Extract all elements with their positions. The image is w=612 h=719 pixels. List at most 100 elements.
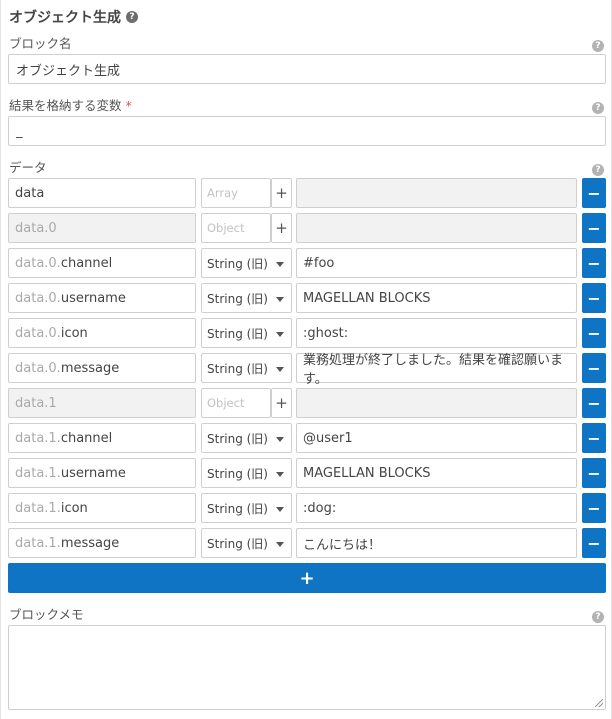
row-type-field: Array (201, 178, 271, 208)
remove-row-button[interactable]: − (582, 353, 606, 383)
row-type-value: String (旧) (207, 501, 268, 516)
row-type-value: String (旧) (207, 361, 268, 376)
row-value-field[interactable]: こんにちは！ (296, 528, 577, 558)
data-row: data.1. channel String (旧) @user1− (8, 423, 606, 458)
row-key-name: data.1 (15, 395, 57, 411)
row-key-field[interactable]: data.0. message (8, 353, 196, 383)
data-row: data.0. message String (旧) 業務処理が終了しました。結果を確… (8, 353, 606, 388)
data-row: data Array + − (8, 178, 606, 213)
row-key-name: message (60, 535, 120, 551)
block-name-help-icon[interactable]: ? (592, 40, 604, 52)
row-type-select[interactable]: String (旧) (201, 353, 292, 383)
row-type-select[interactable]: String (旧) (201, 318, 292, 348)
remove-row-button[interactable]: − (582, 318, 606, 348)
row-key-field[interactable]: data.1. icon (8, 493, 196, 523)
row-key-name: channel (60, 255, 113, 271)
row-type-select[interactable]: String (旧) (201, 283, 292, 313)
row-type-field: Object (201, 388, 271, 418)
row-key-field[interactable]: data.1 (8, 388, 196, 418)
row-key-field[interactable]: data.0. username (8, 283, 196, 313)
remove-row-button[interactable]: − (582, 213, 606, 243)
data-label: データ (9, 160, 47, 175)
row-key-prefix: data.1. (15, 465, 61, 481)
result-var-label-row: 結果を格納する変数 * ? (8, 96, 605, 116)
block-name-input[interactable] (8, 54, 606, 84)
remove-row-button[interactable]: − (582, 248, 606, 278)
row-key-field[interactable]: data.1. username (8, 458, 196, 488)
row-key-name: channel (60, 430, 113, 446)
row-value-field[interactable]: #foo (296, 248, 577, 278)
memo-label-row: ブロックメモ ? (8, 605, 605, 625)
chevron-down-icon (276, 472, 284, 477)
chevron-down-icon (276, 542, 284, 547)
memo-textarea[interactable] (8, 625, 606, 710)
row-type-select[interactable]: String (旧) (201, 248, 292, 278)
remove-row-button[interactable]: − (582, 458, 606, 488)
remove-row-button[interactable]: − (582, 423, 606, 453)
add-row-button[interactable]: + (8, 563, 606, 593)
row-key-name: icon (60, 500, 88, 516)
row-value-field[interactable]: MAGELLAN BLOCKS (296, 283, 577, 313)
chevron-down-icon (276, 332, 284, 337)
title-help-icon[interactable]: ? (126, 11, 138, 23)
data-label-row: データ ? (8, 158, 605, 178)
chevron-down-icon (276, 437, 284, 442)
chevron-down-icon (276, 262, 284, 267)
row-key-name: message (60, 360, 120, 376)
row-value-field (296, 178, 577, 208)
row-key-name: icon (60, 325, 88, 341)
row-key-prefix: data.0. (15, 325, 61, 341)
remove-row-button[interactable]: − (582, 493, 606, 523)
memo-label: ブロックメモ (9, 607, 84, 622)
row-value-field[interactable]: :dog: (296, 493, 577, 523)
row-value-field[interactable]: @user1 (296, 423, 577, 453)
row-key-name: data.0 (15, 220, 57, 236)
data-row: data.1. message String (旧) こんにちは！ − (8, 528, 606, 563)
chevron-down-icon (276, 507, 284, 512)
remove-row-button[interactable]: − (582, 178, 606, 208)
row-type-select[interactable]: String (旧) (201, 528, 292, 558)
row-key-field[interactable]: data.0 (8, 213, 196, 243)
row-key-field[interactable]: data.1. message (8, 528, 196, 558)
row-value-field[interactable]: MAGELLAN BLOCKS (296, 458, 577, 488)
row-type-value: String (旧) (207, 431, 268, 446)
resize-grip-icon[interactable] (595, 699, 603, 707)
result-var-help-icon[interactable]: ? (592, 102, 604, 114)
row-key-prefix: data.1. (15, 430, 61, 446)
result-var-input[interactable] (8, 116, 606, 146)
row-value-field[interactable]: :ghost: (296, 318, 577, 348)
row-key-field[interactable]: data.0. channel (8, 248, 196, 278)
row-value-field[interactable]: 業務処理が終了しました。結果を確認願います。 (296, 353, 577, 387)
row-key-prefix: data.0. (15, 290, 61, 306)
row-type-value: String (旧) (207, 291, 268, 306)
row-key-field[interactable]: data.1. channel (8, 423, 196, 453)
row-type-select[interactable]: String (旧) (201, 493, 292, 523)
row-key-name: username (60, 465, 126, 481)
result-var-label-wrap: 結果を格納する変数 * (9, 95, 132, 114)
row-type-select[interactable]: String (旧) (201, 458, 292, 488)
row-value-field (296, 388, 577, 418)
row-key-name: data (15, 185, 45, 201)
row-type-select[interactable]: String (旧) (201, 423, 292, 453)
data-row: data.0. icon String (旧):ghost: − (8, 318, 606, 353)
add-child-button[interactable]: + (271, 213, 292, 243)
row-key-prefix: data.0. (15, 255, 61, 271)
row-key-prefix: data.0. (15, 360, 61, 376)
row-type-field: Object (201, 213, 271, 243)
row-type-value: String (旧) (207, 466, 268, 481)
remove-row-button[interactable]: − (582, 388, 606, 418)
row-key-field[interactable]: data (8, 178, 196, 208)
memo-help-icon[interactable]: ? (592, 611, 604, 623)
data-row: data.0. username String (旧) MAGELLAN BLOCKS… (8, 283, 606, 318)
data-row: data.1. icon String (旧) :dog: − (8, 493, 606, 528)
chevron-down-icon (276, 297, 284, 302)
remove-row-button[interactable]: − (582, 528, 606, 558)
remove-row-button[interactable]: − (582, 283, 606, 313)
row-type-value: String (旧) (207, 536, 268, 551)
data-help-icon[interactable]: ? (592, 164, 604, 176)
add-child-button[interactable]: + (271, 388, 292, 418)
add-child-button[interactable]: + (271, 178, 292, 208)
panel-header: オブジェクト生成 ? (8, 0, 605, 34)
row-key-field[interactable]: data.0. icon (8, 318, 196, 348)
row-key-prefix: data.1. (15, 500, 61, 516)
